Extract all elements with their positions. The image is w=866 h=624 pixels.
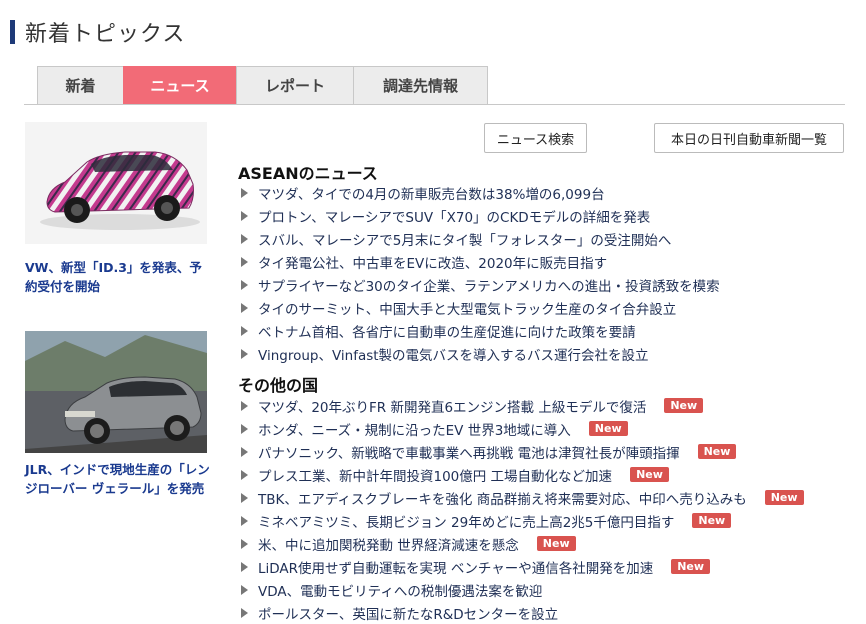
news-link[interactable]: ポールスター、英国に新たなR&Dセンターを設立	[258, 603, 558, 623]
bullet-triangle-icon	[241, 538, 248, 549]
bullet-triangle-icon	[241, 256, 248, 267]
news-link[interactable]: TBK、エアディスクブレーキを強化 商品群揃え将来需要対応、中印へ売り込みも	[258, 488, 747, 508]
tab-new[interactable]: 新着	[37, 66, 124, 104]
feature-caption-range-rover-velar[interactable]: JLR、インドで現地生産の「レンジローバー ヴェラール」を発売	[25, 460, 210, 498]
news-link[interactable]: ベトナム首相、各省庁に自動車の生産促進に向けた政策を要請	[258, 321, 636, 341]
car-image	[40, 151, 200, 230]
tab-underline	[24, 104, 845, 105]
news-link[interactable]: マツダ、タイでの4月の新車販売台数は38%増の6,099台	[258, 183, 605, 203]
bullet-triangle-icon	[241, 607, 248, 618]
new-badge: New	[588, 421, 628, 436]
topics-page: 新着トピックス 新着 ニュース レポート 調達先情報 VW、新型「ID.3」を発…	[0, 0, 866, 624]
bullet-triangle-icon	[241, 210, 248, 221]
news-list-item: ベトナム首相、各省庁に自動車の生産促進に向けた政策を要請	[238, 319, 720, 342]
news-list-item: マツダ、タイでの4月の新車販売台数は38%増の6,099台	[238, 181, 720, 204]
news-list-item: スバル、マレーシアで5月末にタイ製「フォレスター」の受注開始へ	[238, 227, 720, 250]
news-link[interactable]: パナソニック、新戦略で車載事業へ再挑戦 電池は津賀社長が陣頭指揮	[258, 442, 680, 462]
new-badge: New	[630, 467, 669, 482]
news-search-button[interactable]: ニュース検索	[484, 123, 587, 153]
bullet-triangle-icon	[241, 302, 248, 313]
new-badge: New	[671, 559, 711, 574]
bullet-triangle-icon	[241, 400, 248, 411]
bullet-triangle-icon	[241, 469, 248, 480]
bullet-triangle-icon	[241, 423, 248, 434]
asean-news-list: マツダ、タイでの4月の新車販売台数は38%増の6,099台プロトン、マレーシアで…	[238, 181, 720, 365]
tab-report[interactable]: レポート	[236, 66, 354, 104]
news-link[interactable]: タイのサーミット、中国大手と大型電気トラック生産のタイ合弁設立	[258, 298, 676, 318]
page-title: 新着トピックス	[10, 18, 186, 47]
new-badge: New	[664, 398, 704, 413]
bullet-triangle-icon	[241, 233, 248, 244]
bullet-triangle-icon	[241, 348, 248, 359]
bullet-triangle-icon	[241, 561, 248, 572]
news-list-item: Vingroup、Vinfast製の電気バスを導入するバス運行会社を設立	[238, 342, 720, 365]
tab-bar: 新着 ニュース レポート 調達先情報	[37, 66, 488, 104]
page-title-text: 新着トピックス	[25, 22, 186, 47]
new-badge: New	[764, 490, 804, 505]
news-list-item: ミネベアミツミ、長期ビジョン 29年めどに売上高2兆5千億円目指す New	[238, 509, 804, 532]
news-link[interactable]: Vingroup、Vinfast製の電気バスを導入するバス運行会社を設立	[258, 344, 649, 364]
news-list-item: タイ発電公社、中古車をEVに改造、2020年に販売目指す	[238, 250, 720, 273]
news-list-item: LiDAR使用せず自動運転を実現 ベンチャーや通信各社開発を加速 New	[238, 555, 804, 578]
bullet-triangle-icon	[241, 187, 248, 198]
bullet-triangle-icon	[241, 325, 248, 336]
bullet-triangle-icon	[241, 446, 248, 457]
news-link[interactable]: プレス工業、新中計年間投資100億円 工場自動化など加速	[258, 465, 612, 485]
tab-supplier-info[interactable]: 調達先情報	[353, 66, 488, 104]
bullet-triangle-icon	[241, 584, 248, 595]
news-link[interactable]: サプライヤーなど30のタイ企業、ラテンアメリカへの進出・投資誘致を模索	[258, 275, 720, 295]
news-link[interactable]: スバル、マレーシアで5月末にタイ製「フォレスター」の受注開始へ	[258, 229, 671, 249]
news-list-item: VDA、電動モビリティへの税制優遇法案を歓迎	[238, 578, 804, 601]
bullet-triangle-icon	[241, 515, 248, 526]
news-list-item: プロトン、マレーシアでSUV「X70」のCKDモデルの詳細を発表	[238, 204, 720, 227]
news-list-item: TBK、エアディスクブレーキを強化 商品群揃え将来需要対応、中印へ売り込みも Ne…	[238, 486, 804, 509]
new-badge: New	[692, 513, 732, 528]
news-list-item: 米、中に追加関税発動 世界経済減速を懸念 New	[238, 532, 804, 555]
news-list-item: サプライヤーなど30のタイ企業、ラテンアメリカへの進出・投資誘致を模索	[238, 273, 720, 296]
feature-image-range-rover-velar[interactable]	[25, 331, 207, 453]
news-list-item: プレス工業、新中計年間投資100億円 工場自動化など加速 New	[238, 463, 804, 486]
title-accent-bar	[10, 20, 15, 44]
other-countries-heading: その他の国	[238, 376, 319, 395]
news-link[interactable]: ミネベアミツミ、長期ビジョン 29年めどに売上高2兆5千億円目指す	[258, 511, 674, 531]
news-list-item: パナソニック、新戦略で車載事業へ再挑戦 電池は津賀社長が陣頭指揮 New	[238, 440, 804, 463]
daily-newspaper-list-button[interactable]: 本日の日刊自動車新聞一覧	[654, 123, 844, 153]
news-list-item: タイのサーミット、中国大手と大型電気トラック生産のタイ合弁設立	[238, 296, 720, 319]
news-link[interactable]: ホンダ、ニーズ・規制に沿ったEV 世界3地域に導入	[258, 419, 571, 439]
news-link[interactable]: LiDAR使用せず自動運転を実現 ベンチャーや通信各社開発を加速	[258, 557, 653, 577]
new-badge: New	[536, 536, 576, 551]
feature-image-vw-id3[interactable]	[25, 122, 207, 244]
news-link[interactable]: タイ発電公社、中古車をEVに改造、2020年に販売目指す	[258, 252, 607, 272]
bullet-triangle-icon	[241, 492, 248, 503]
new-badge: New	[697, 444, 737, 459]
news-link[interactable]: VDA、電動モビリティへの税制優遇法案を歓迎	[258, 580, 542, 600]
news-link[interactable]: マツダ、20年ぶりFR 新開発直6エンジン搭載 上級モデルで復活	[258, 396, 646, 416]
bullet-triangle-icon	[241, 279, 248, 290]
news-list-item: マツダ、20年ぶりFR 新開発直6エンジン搭載 上級モデルで復活 New	[238, 394, 804, 417]
feature-caption-vw-id3[interactable]: VW、新型「ID.3」を発表、予約受付を開始	[25, 258, 210, 296]
news-list-item: ホンダ、ニーズ・規制に沿ったEV 世界3地域に導入 New	[238, 417, 804, 440]
other-countries-news-list: マツダ、20年ぶりFR 新開発直6エンジン搭載 上級モデルで復活 New ホンダ、ニ…	[238, 394, 804, 624]
tab-news[interactable]: ニュース	[123, 66, 237, 104]
suv-image	[25, 331, 207, 453]
news-link[interactable]: 米、中に追加関税発動 世界経済減速を懸念	[258, 534, 519, 554]
news-link[interactable]: プロトン、マレーシアでSUV「X70」のCKDモデルの詳細を発表	[258, 206, 650, 226]
